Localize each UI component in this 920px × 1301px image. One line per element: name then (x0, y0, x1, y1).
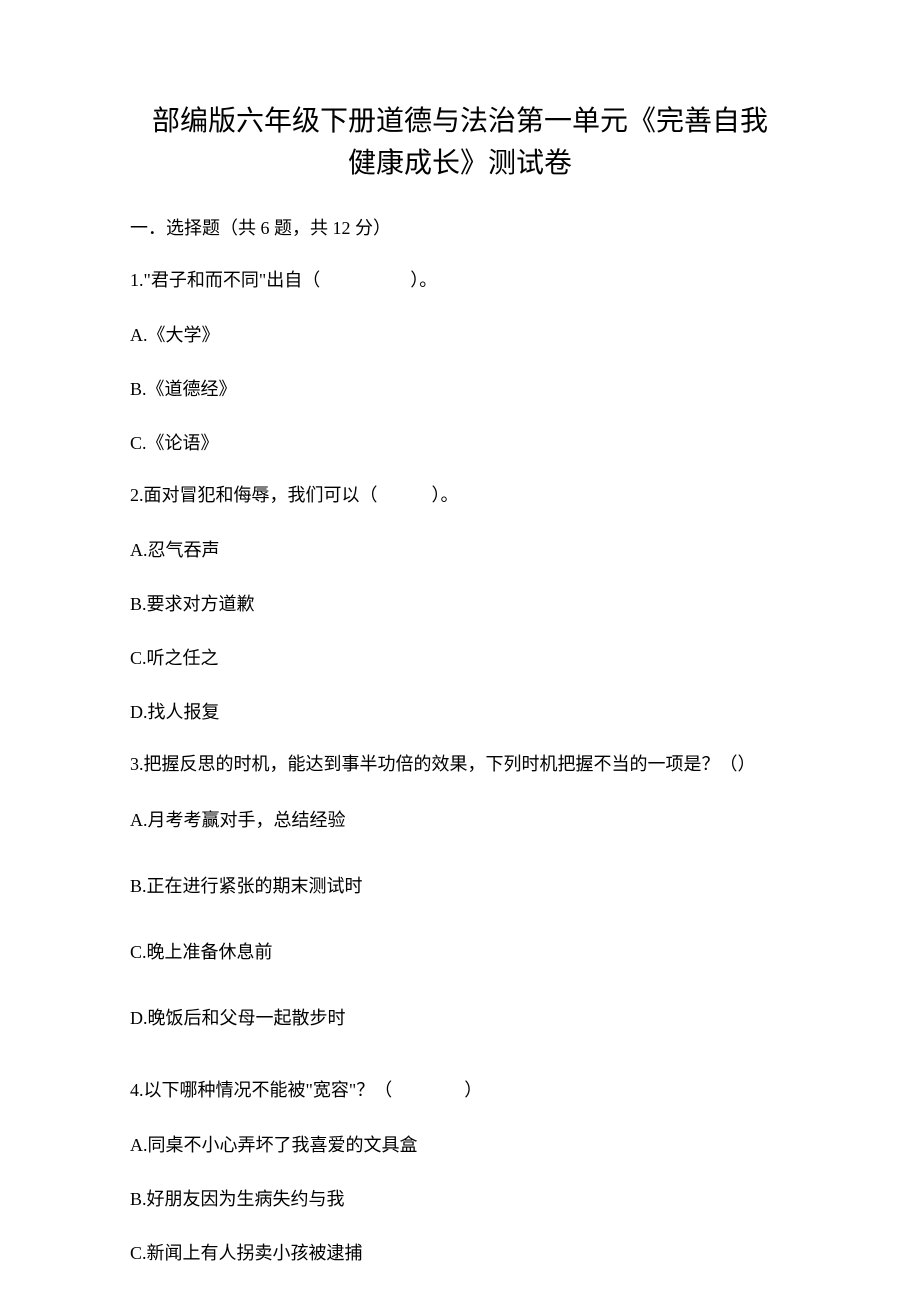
title-line-1: 部编版六年级下册道德与法治第一单元《完善自我 (152, 105, 768, 136)
question-1-option-a: A.《大学》 (130, 321, 790, 347)
title-line-2: 健康成长》测试卷 (348, 147, 572, 178)
question-1-option-c: C.《论语》 (130, 429, 790, 455)
question-3-option-a: A.月考考赢对手，总结经验 (130, 806, 790, 832)
question-2-option-a: A.忍气吞声 (130, 536, 790, 562)
document-title: 部编版六年级下册道德与法治第一单元《完善自我 健康成长》测试卷 (130, 100, 790, 184)
question-3-option-d: D.晚饭后和父母一起散步时 (130, 1004, 790, 1030)
question-2-option-b: B.要求对方道歉 (130, 590, 790, 616)
question-2-option-d: D.找人报复 (130, 698, 790, 724)
question-2-option-c: C.听之任之 (130, 644, 790, 670)
question-4-text: 4.以下哪种情况不能被"宽容"？（ ） (130, 1078, 790, 1103)
question-3-option-b: B.正在进行紧张的期末测试时 (130, 872, 790, 898)
question-2-text: 2.面对冒犯和侮辱，我们可以（ ）。 (130, 483, 790, 508)
question-3-text: 3.把握反思的时机，能达到事半功倍的效果，下列时机把握不当的一项是？（） (130, 752, 790, 777)
question-3-option-c: C.晚上准备休息前 (130, 938, 790, 964)
question-1-option-b: B.《道德经》 (130, 375, 790, 401)
question-4-option-c: C.新闻上有人拐卖小孩被逮捕 (130, 1239, 790, 1265)
question-1-text: 1."君子和而不同"出自（ ）。 (130, 268, 790, 293)
section-1-header: 一．选择题（共 6 题，共 12 分） (130, 214, 790, 240)
question-4-option-b: B.好朋友因为生病失约与我 (130, 1185, 790, 1211)
question-4-option-a: A.同桌不小心弄坏了我喜爱的文具盒 (130, 1131, 790, 1157)
